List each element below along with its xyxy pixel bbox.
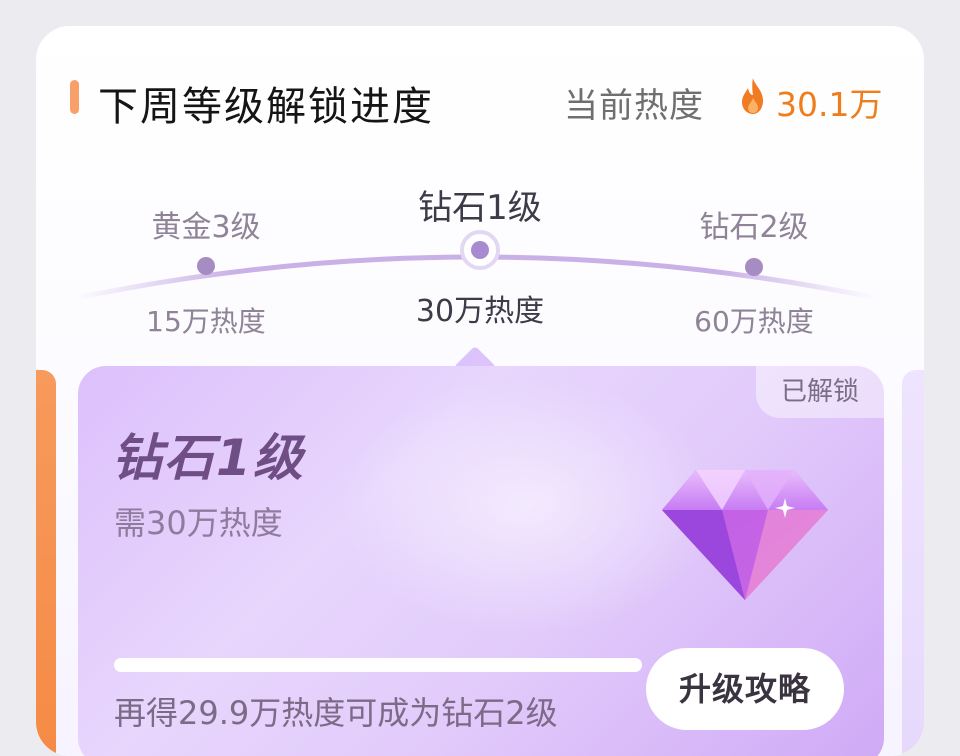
level-name-gold3[interactable]: 黄金3级 [96, 202, 316, 246]
remaining-heat-text: 再得29.9万热度可成为钻石2级 [114, 694, 558, 732]
progress-bar [114, 658, 642, 672]
level-name-diamond1[interactable]: 钻石1级 [370, 180, 590, 229]
level-track: 黄金3级 15万热度 钻石1级 30万热度 钻石2级 60万热度 [36, 26, 924, 386]
level-name-diamond2[interactable]: 钻石2级 [644, 202, 864, 246]
level-req-diamond2: 60万热度 [694, 305, 814, 338]
level-req-diamond1: 30万热度 [415, 294, 545, 329]
prev-level-card[interactable] [36, 370, 56, 756]
level-node-diamond2 [745, 258, 763, 276]
level-req-gold3: 15万热度 [146, 305, 266, 338]
unlocked-badge: 已解锁 [756, 366, 884, 418]
card-level-title: 钻石1级 [112, 429, 305, 487]
progress-bar-fill [114, 658, 642, 672]
diamond-icon [662, 470, 828, 600]
next-level-card[interactable] [902, 370, 924, 756]
level-node-diamond1 [471, 241, 489, 259]
level-node-gold3 [197, 257, 215, 275]
level-card-diamond1: 已解锁 钻石1级 需30万热度 再得29.9万热度可成为钻石2级 升级攻略 [78, 366, 884, 756]
level-progress-panel: 下周等级解锁进度 当前热度 30.1万 黄金3级 15万热度 钻石1级 30万热… [36, 26, 924, 756]
upgrade-guide-button[interactable]: 升级攻略 [646, 648, 844, 730]
card-requirement: 需30万热度 [114, 504, 283, 542]
